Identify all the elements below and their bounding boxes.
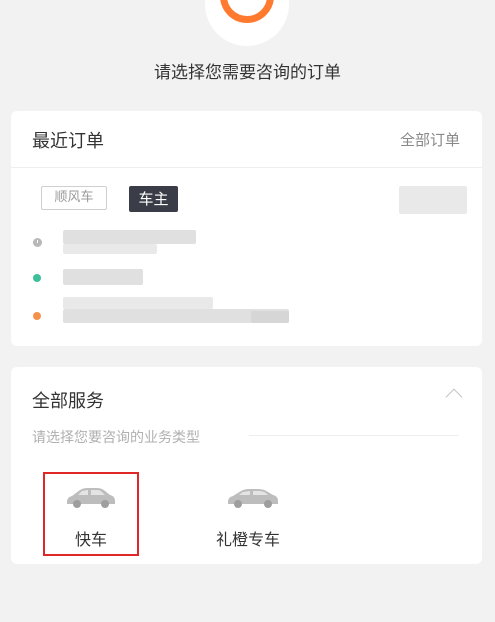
all-services-title: 全部服务: [32, 391, 104, 412]
start-location-icon: [33, 274, 41, 282]
order-time-redacted: [63, 230, 196, 244]
premium-service-button[interactable]: 礼橙专车: [197, 472, 293, 556]
recent-orders-card: 最近订单 全部订单 顺风车 车主: [11, 111, 482, 346]
car-icon: [67, 488, 115, 508]
start-location-redacted: [63, 269, 143, 285]
all-services-card: 全部服务 请选择您要咨询的业务类型 快车 礼橙专车: [11, 367, 482, 564]
car-icon: [228, 489, 278, 508]
services-subtitle: 请选择您要咨询的业务类型: [32, 430, 200, 446]
hitch-tag: 顺风车: [41, 186, 107, 210]
order-status-redacted: [399, 186, 467, 214]
divider: [249, 435, 459, 436]
order-time-redacted: [63, 244, 157, 254]
order-select-page: 请选择您需要咨询的订单 最近订单 全部订单 顺风车 车主 全部服务 请选择您要咨…: [0, 0, 495, 622]
end-location-icon: [33, 312, 41, 320]
select-order-prompt: 请选择您需要咨询的订单: [154, 63, 341, 83]
end-location-redacted: [251, 311, 289, 323]
chevron-up-icon[interactable]: [445, 388, 463, 406]
end-location-redacted: [63, 297, 213, 309]
divider: [11, 167, 482, 168]
clock-icon: [33, 238, 42, 247]
all-orders-link[interactable]: 全部订单: [400, 129, 460, 150]
premium-service-label: 礼橙专车: [215, 530, 280, 549]
recent-orders-title: 最近订单: [32, 131, 104, 152]
driver-tag: 车主: [129, 186, 178, 212]
express-service-label: 快车: [74, 530, 107, 549]
logo-icon: [205, 0, 289, 46]
express-service-button[interactable]: 快车: [43, 472, 139, 556]
